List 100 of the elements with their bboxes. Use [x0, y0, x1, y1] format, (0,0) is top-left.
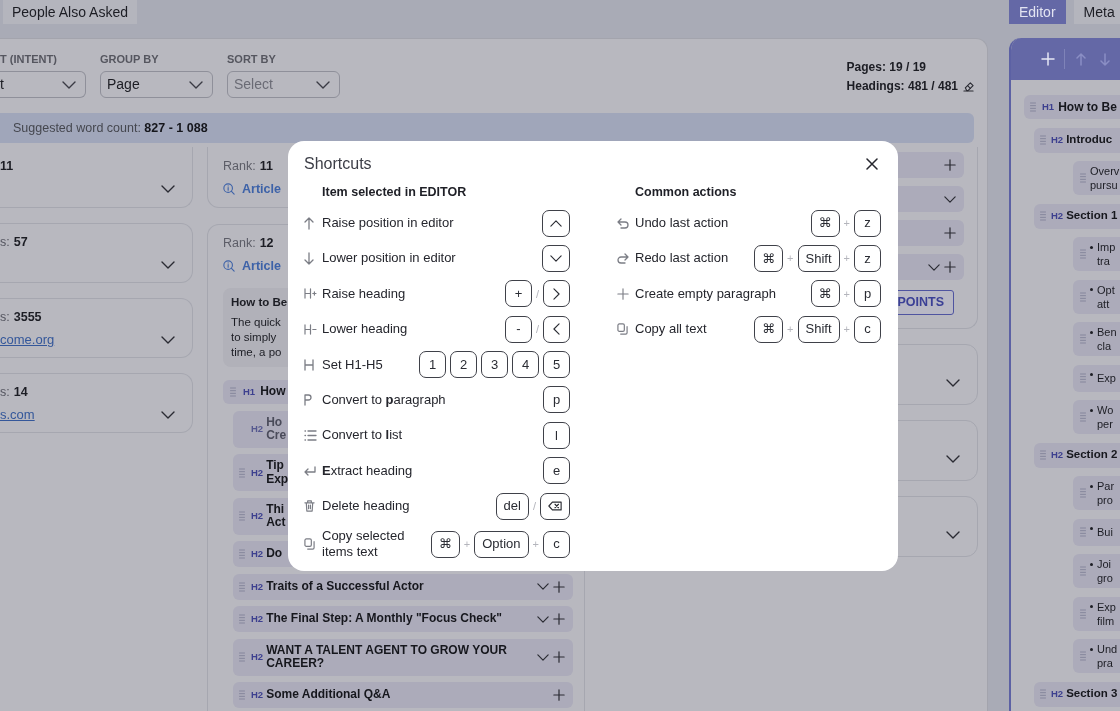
drag-handle-icon[interactable]: [1080, 249, 1086, 259]
item-text: Par pro: [1097, 479, 1115, 507]
outline-item[interactable]: Opt att: [1073, 279, 1120, 314]
chevron-down-icon[interactable]: [537, 615, 549, 623]
stat-label: s:: [0, 233, 10, 251]
drag-handle-icon[interactable]: [1080, 412, 1086, 422]
drag-handle-icon[interactable]: [1040, 211, 1046, 221]
heading-row[interactable]: H2 WANT A TALENT AGENT TO GROW YOUR CAREER?: [233, 638, 573, 676]
chevron-down-icon[interactable]: [537, 583, 549, 590]
outline-item[interactable]: Ben cla: [1073, 322, 1120, 356]
drag-handle-icon[interactable]: [239, 467, 245, 478]
drag-handle-icon[interactable]: [1080, 488, 1086, 498]
outline-item[interactable]: Imp tra: [1073, 237, 1120, 271]
heading-text: Introduc: [1066, 132, 1113, 148]
chevron-down-icon[interactable]: [161, 185, 175, 193]
drag-handle-icon[interactable]: [1080, 291, 1086, 302]
drag-handle-icon[interactable]: [1080, 566, 1086, 576]
heading-level-label: H2: [251, 652, 264, 662]
drag-handle-icon[interactable]: [230, 387, 236, 397]
plus-icon[interactable]: [553, 613, 565, 625]
drag-handle-icon[interactable]: [1040, 135, 1046, 145]
outline-item[interactable]: Exp film: [1073, 596, 1120, 631]
chevron-down-icon[interactable]: [946, 531, 960, 539]
drag-handle-icon[interactable]: [239, 549, 245, 559]
outline-item[interactable]: Overv pursu: [1073, 161, 1120, 195]
key-separator: +: [532, 536, 539, 552]
drag-handle-icon[interactable]: [239, 511, 245, 521]
drag-handle-icon[interactable]: [1080, 334, 1086, 344]
link[interactable]: s.com: [0, 405, 35, 425]
heading-level-label: H2: [251, 467, 264, 478]
plus-icon[interactable]: [944, 261, 956, 273]
outline-item[interactable]: Joi gro: [1073, 554, 1120, 588]
heading-level-label: H2: [1051, 450, 1064, 460]
item-text: Ben cla: [1097, 325, 1117, 353]
chevron-down-icon[interactable]: [928, 263, 940, 271]
chevron-down-icon[interactable]: [161, 261, 175, 269]
chevron-down-icon[interactable]: [537, 653, 549, 661]
link[interactable]: come.org: [0, 330, 55, 350]
chevron-right-icon: [553, 287, 560, 300]
keyboard-key: -: [504, 315, 532, 343]
chevron-down-icon[interactable]: [944, 195, 956, 203]
outline-item[interactable]: Exp: [1073, 364, 1120, 392]
info-icon: [223, 183, 235, 195]
chevron-down-icon[interactable]: [946, 379, 960, 387]
keyboard-key: ⌘: [810, 280, 840, 308]
drag-handle-icon[interactable]: [1080, 373, 1086, 383]
heading-row[interactable]: H2 The Final Step: A Monthly "Focus Check": [233, 606, 573, 632]
drag-handle-icon[interactable]: [1040, 689, 1046, 699]
drag-handle-icon[interactable]: [1080, 651, 1086, 661]
heading-level-label: H2: [251, 614, 264, 624]
tab[interactable]: People Also Asked: [3, 0, 137, 24]
select-field[interactable]: Page: [100, 71, 213, 98]
chevron-down-icon[interactable]: [161, 411, 175, 419]
outline-item[interactable]: Und pra: [1073, 639, 1120, 673]
drag-handle-icon[interactable]: [1080, 527, 1086, 537]
drag-handle-icon[interactable]: [1080, 608, 1086, 619]
drag-handle-icon[interactable]: [239, 614, 245, 624]
key-separator: +: [787, 251, 794, 267]
plus-icon[interactable]: [553, 689, 565, 701]
chevron-down-icon: [189, 80, 203, 89]
chevron-left-icon: [553, 323, 560, 336]
plus-icon[interactable]: [553, 651, 565, 663]
outline-item[interactable]: Bui: [1073, 518, 1120, 546]
drag-handle-icon[interactable]: [1040, 450, 1046, 460]
item-text: Imp tra: [1097, 240, 1116, 268]
undo-icon: [617, 217, 629, 229]
keyboard-key: c: [543, 530, 570, 558]
tab[interactable]: Meta: [1073, 0, 1120, 24]
heading-minus-icon: [304, 323, 317, 335]
drag-handle-icon[interactable]: [239, 690, 245, 700]
bullet-icon: [1090, 330, 1093, 334]
stat-value: 11: [0, 157, 14, 175]
drag-handle-icon[interactable]: [239, 652, 245, 662]
heading-row[interactable]: H2 Section 1: [1034, 203, 1120, 229]
outline-item[interactable]: Par pro: [1073, 476, 1120, 510]
select-field[interactable]: t: [0, 71, 86, 98]
drag-handle-icon[interactable]: [1030, 102, 1036, 112]
shortcut-label: Copy all text: [635, 321, 707, 338]
add-button[interactable]: [1041, 52, 1055, 66]
plus-icon[interactable]: [553, 580, 565, 593]
chevron-down-icon[interactable]: [946, 455, 960, 463]
plus-icon[interactable]: [944, 159, 956, 171]
heading-row[interactable]: H2 Section 3: [1034, 681, 1120, 707]
heading-row[interactable]: H2 Some Additional Q&A: [233, 682, 573, 708]
drag-handle-icon[interactable]: [239, 581, 245, 592]
item-text: Exp: [1097, 371, 1116, 385]
eraser-icon[interactable]: [963, 80, 974, 92]
chevron-down-icon[interactable]: [161, 336, 175, 344]
copy-icon: [304, 538, 315, 550]
keyboard-key: del: [495, 492, 529, 520]
heading-row[interactable]: H2 Introduc: [1034, 127, 1120, 153]
heading-row[interactable]: H2 Traits of a Successful Actor: [233, 573, 573, 600]
heading-row[interactable]: H2 Section 2: [1034, 442, 1120, 468]
heading-level-label: H1: [1042, 102, 1055, 112]
tab[interactable]: Editor: [1009, 0, 1066, 24]
heading-row[interactable]: H1 How to Be: [1024, 95, 1120, 119]
outline-item[interactable]: Wo per: [1073, 400, 1120, 434]
keyboard-key: 3: [481, 351, 508, 379]
drag-handle-icon[interactable]: [1080, 173, 1086, 183]
plus-icon[interactable]: [944, 227, 956, 239]
